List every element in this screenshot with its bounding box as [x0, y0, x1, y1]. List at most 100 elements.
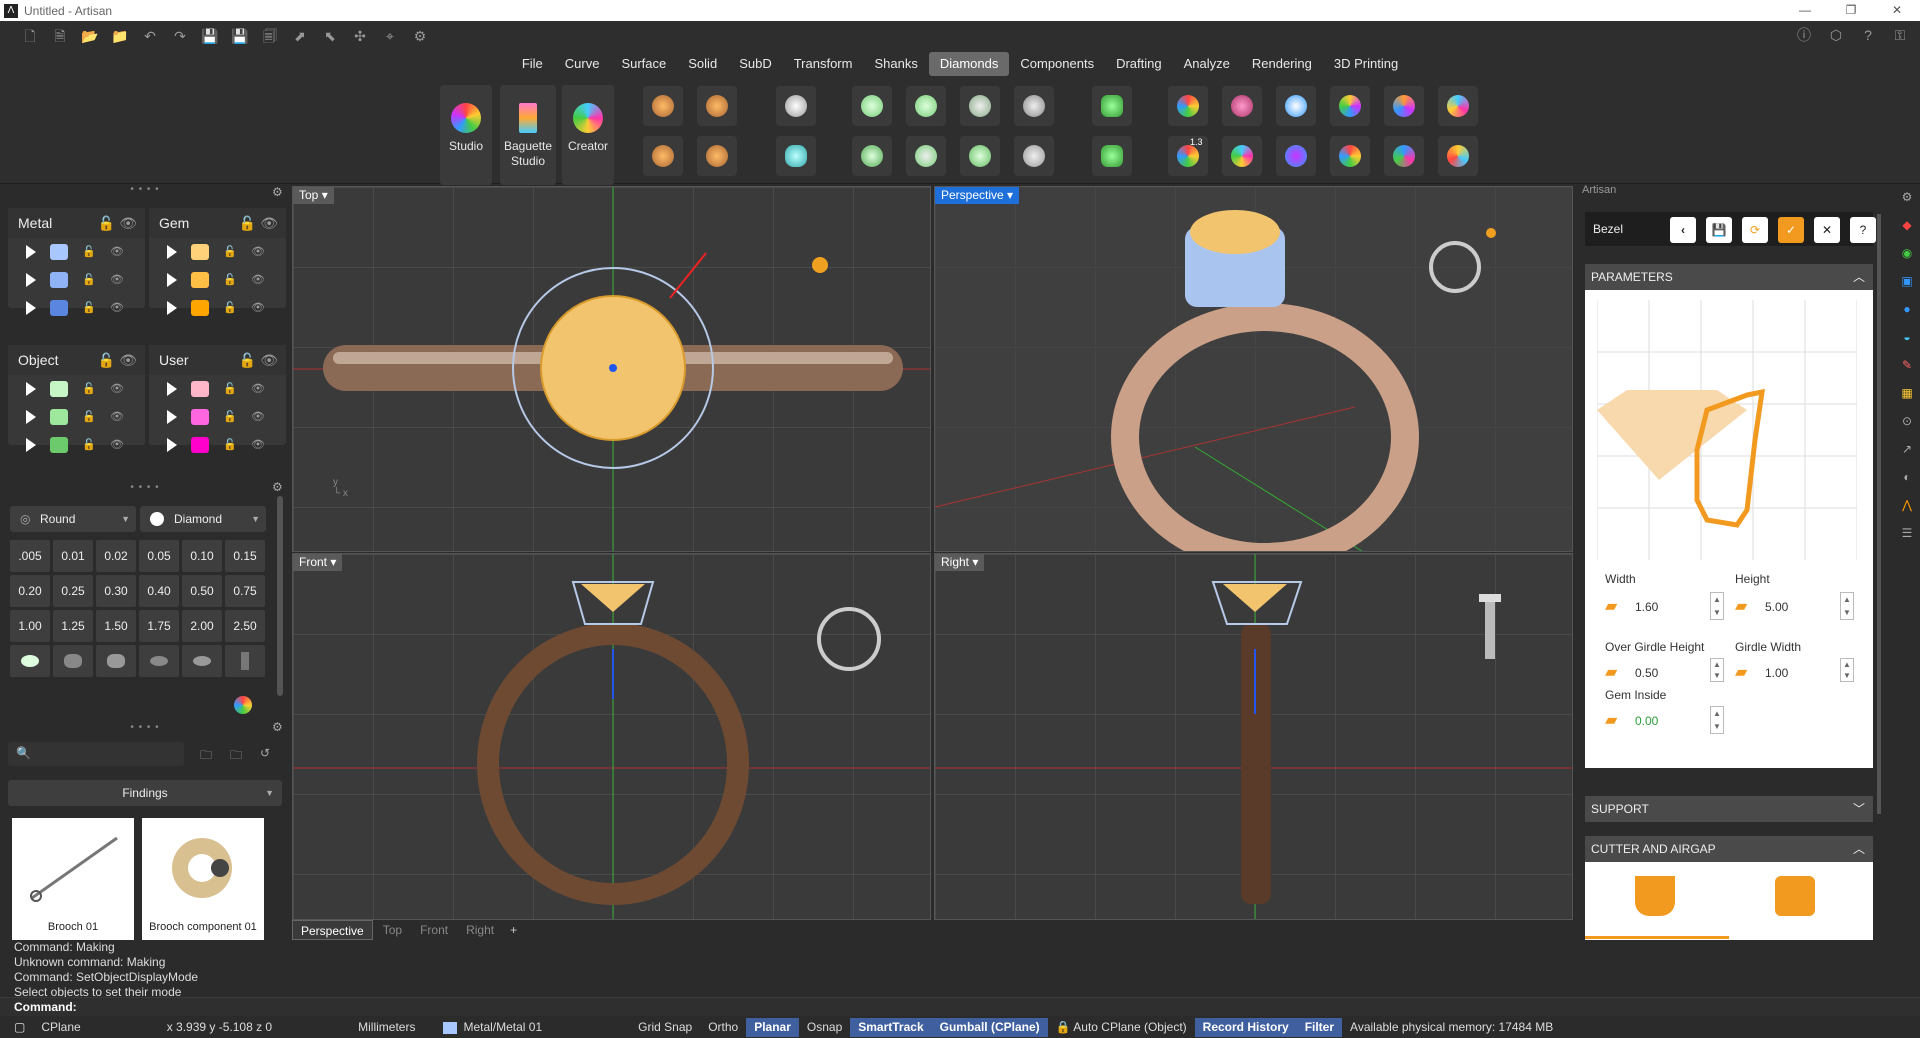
girdle-width-input[interactable]: 1.00	[1765, 666, 1788, 680]
viewport-label-right[interactable]: Right ▾	[935, 554, 985, 571]
size-button[interactable]: 0.15	[225, 540, 265, 572]
material-dropdown[interactable]: Diamond ▼	[140, 506, 266, 532]
gem-pair-button[interactable]	[697, 136, 737, 176]
osnap-toggle[interactable]: Osnap	[799, 1018, 850, 1037]
viewport-toggle-icon[interactable]: ▢	[6, 1018, 33, 1037]
panel-icon-10[interactable]: ◐	[1903, 470, 1910, 484]
studio-button[interactable]: Studio	[440, 85, 492, 185]
panel-icon-7[interactable]: ▦	[1901, 386, 1912, 400]
play-icon[interactable]	[26, 301, 36, 315]
gumball-toggle[interactable]: Gumball (CPlane)	[931, 1018, 1048, 1037]
minimize-button[interactable]: —	[1782, 0, 1828, 21]
eye-icon[interactable]: 👁	[110, 246, 124, 258]
gem-ring-button[interactable]	[1222, 136, 1262, 176]
menu-drafting[interactable]: Drafting	[1105, 52, 1173, 76]
panel-icon-1[interactable]: ◆	[1902, 218, 1911, 232]
panel-icon-5[interactable]: ◒	[1903, 330, 1910, 344]
layer-color-swatch[interactable]	[191, 381, 209, 397]
select-icon[interactable]: ⬈	[290, 27, 310, 45]
cplane-status[interactable]: CPlane	[33, 1018, 88, 1037]
panel-settings-icon[interactable]: ⚙	[272, 480, 283, 494]
eye-icon[interactable]: 👁	[251, 246, 265, 258]
viewport-right[interactable]: Right ▾	[934, 553, 1573, 920]
lock-icon[interactable]: 🔓	[82, 383, 96, 395]
size-button[interactable]: 0.30	[96, 575, 136, 607]
eye-icon[interactable]: 👁	[251, 383, 265, 395]
cutter-button[interactable]	[1092, 86, 1132, 126]
cutter-option-1[interactable]	[1635, 876, 1675, 916]
layer-color-swatch[interactable]	[50, 381, 68, 397]
tab-front[interactable]: Front	[412, 920, 456, 940]
menu-components[interactable]: Components	[1009, 52, 1105, 76]
panel-grip[interactable]: • • • •	[0, 722, 290, 736]
size-button[interactable]: 0.25	[53, 575, 93, 607]
eye-icon[interactable]: 👁	[251, 439, 265, 451]
play-icon[interactable]	[167, 382, 177, 396]
filter-toggle[interactable]: Filter	[1296, 1018, 1343, 1037]
play-icon[interactable]	[167, 410, 177, 424]
color-wheel-icon[interactable]	[234, 696, 252, 714]
library-category-dropdown[interactable]: Findings ▼	[8, 780, 282, 806]
over-girdle-input[interactable]: 0.50	[1635, 666, 1658, 680]
viewport-front[interactable]: Front ▾	[292, 553, 931, 920]
planar-toggle[interactable]: Planar	[746, 1018, 799, 1037]
size-button[interactable]: 0.50	[182, 575, 222, 607]
panel-icon-9[interactable]: ↗	[1902, 442, 1912, 456]
eye-icon[interactable]: 👁	[110, 274, 124, 286]
key-icon[interactable]: ⚿	[1890, 26, 1910, 44]
size-button[interactable]: 1.25	[53, 610, 93, 642]
height-input[interactable]: 5.00	[1765, 600, 1788, 614]
play-icon[interactable]	[26, 410, 36, 424]
layer-color-swatch[interactable]	[191, 272, 209, 288]
height-stepper[interactable]: ▲ ▼	[1840, 592, 1854, 620]
size-button[interactable]: 2.00	[182, 610, 222, 642]
size-button[interactable]: .005	[10, 540, 50, 572]
lock-icon[interactable]: 🔓	[223, 439, 237, 451]
menu-surface[interactable]: Surface	[610, 52, 677, 76]
viewport-label-perspective[interactable]: Perspective ▾	[935, 187, 1020, 204]
units-status[interactable]: Millimeters	[350, 1018, 423, 1037]
panel-icon-11[interactable]: ⋀	[1902, 498, 1912, 512]
panel-settings-icon[interactable]: ⚙	[272, 185, 283, 199]
package-icon[interactable]: ⬡	[1826, 26, 1846, 44]
import-icon[interactable]: 📁	[110, 27, 130, 45]
layer-color-swatch[interactable]	[191, 244, 209, 260]
gem-slice-button[interactable]	[1384, 86, 1424, 126]
lock-icon[interactable]: 🔓	[82, 439, 96, 451]
help-button[interactable]: ?	[1850, 217, 1876, 243]
restore-button[interactable]: ❐	[1828, 0, 1874, 21]
eye-icon[interactable]: 👁	[251, 302, 265, 314]
record-history-toggle[interactable]: Record History	[1194, 1018, 1297, 1037]
cutter-option-2[interactable]	[1775, 876, 1815, 916]
menu-solid[interactable]: Solid	[677, 52, 728, 76]
add-tab-button[interactable]: +	[504, 920, 523, 940]
panel-grip[interactable]: • • • •	[0, 184, 290, 198]
panel-icon-4[interactable]: ●	[1903, 302, 1910, 316]
play-icon[interactable]	[167, 301, 177, 315]
lock-icon[interactable]: 🔓	[82, 302, 96, 314]
menu-curve[interactable]: Curve	[554, 52, 611, 76]
library-item[interactable]: Brooch 01	[12, 818, 134, 940]
gem-cross-button[interactable]	[643, 136, 683, 176]
panel-icon-12[interactable]: ☰	[1902, 526, 1913, 540]
play-icon[interactable]	[167, 438, 177, 452]
eye-icon[interactable]: 👁	[110, 383, 124, 395]
viewport-label-top[interactable]: Top ▾	[293, 187, 334, 204]
gem-heart-button[interactable]	[1222, 86, 1262, 126]
menu-3d-printing[interactable]: 3D Printing	[1323, 52, 1409, 76]
play-icon[interactable]	[26, 273, 36, 287]
girdle-width-stepper[interactable]: ▲ ▼	[1840, 658, 1854, 682]
layer-color-swatch[interactable]	[191, 409, 209, 425]
play-icon[interactable]	[26, 438, 36, 452]
layer-color-swatch[interactable]	[50, 409, 68, 425]
layer-status[interactable]: Metal/Metal 01	[435, 1018, 550, 1037]
select-filter-icon[interactable]: ⬉	[320, 27, 340, 45]
save-icon[interactable]: 💾	[200, 27, 220, 45]
viewport-perspective[interactable]: Perspective ▾	[934, 186, 1573, 552]
size-button[interactable]: 0.05	[139, 540, 179, 572]
apply-button[interactable]: ✓	[1778, 217, 1804, 243]
play-icon[interactable]	[26, 382, 36, 396]
lock-icon[interactable]: 🔓	[82, 274, 96, 286]
cluster-button[interactable]	[960, 136, 1000, 176]
pave-button[interactable]	[1014, 86, 1054, 126]
